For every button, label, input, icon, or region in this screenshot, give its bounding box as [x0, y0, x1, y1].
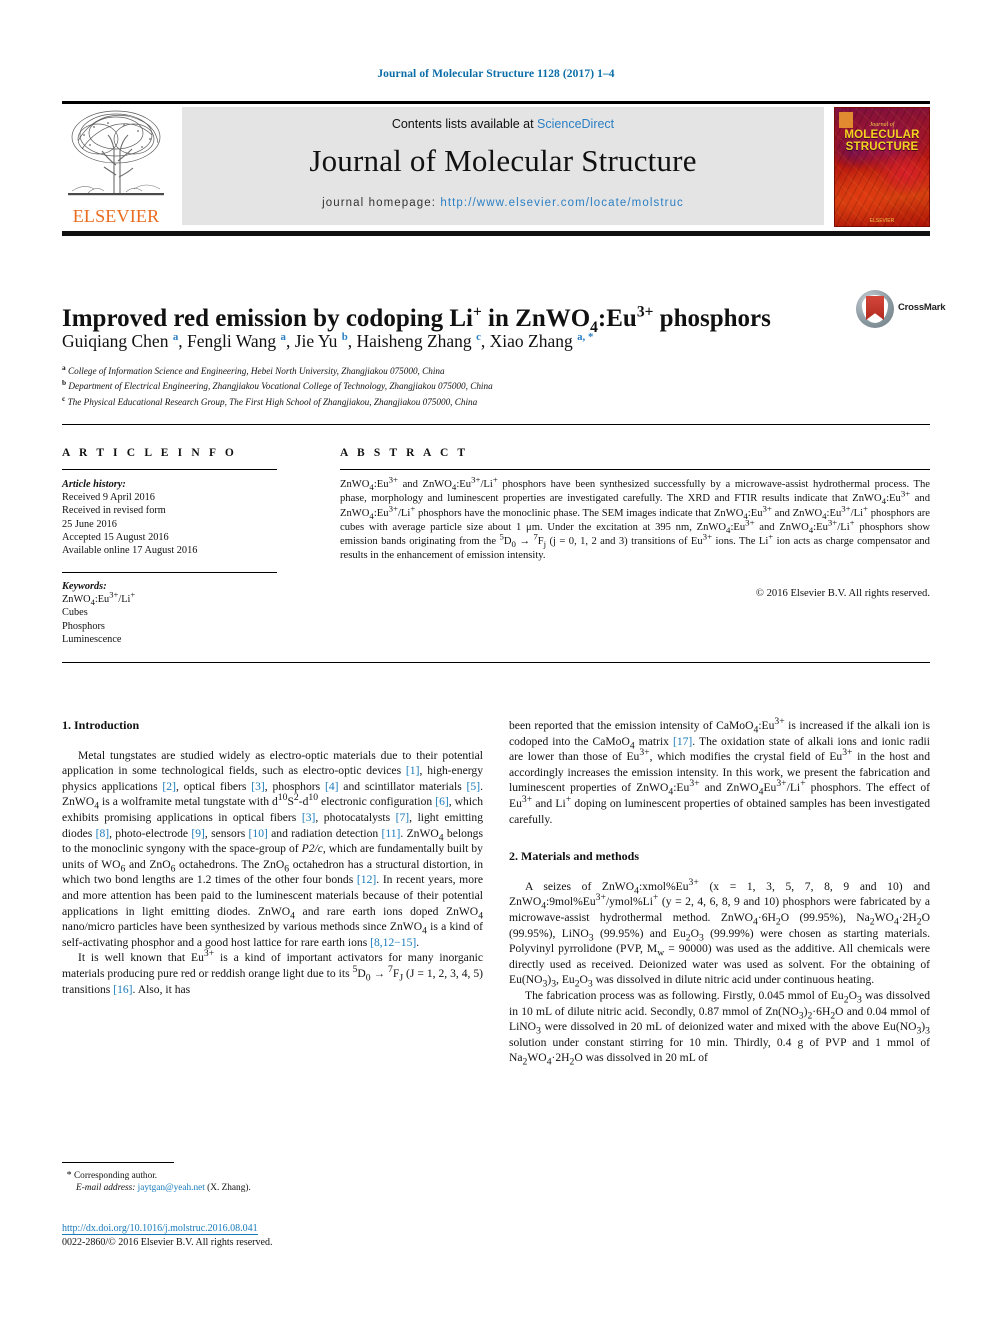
contents-available-line: Contents lists available at ScienceDirec… — [182, 117, 824, 131]
history-online: Available online 17 August 2016 — [62, 545, 198, 557]
info-left-rule — [62, 469, 277, 471]
section-heading-introduction: 1. Introduction — [62, 718, 140, 732]
journal-homepage-link[interactable]: http://www.elsevier.com/locate/molstruc — [440, 197, 684, 209]
sciencedirect-link[interactable]: ScienceDirect — [537, 117, 614, 131]
affiliation-text-a: College of Information Science and Engin… — [67, 366, 445, 377]
affiliation-text-b: Department of Electrical Engineering, Zh… — [68, 381, 493, 392]
methods-paragraph-2: The fabrication process was as following… — [509, 988, 930, 1068]
doi-block: http://dx.doi.org/10.1016/j.molstruc.201… — [62, 1222, 483, 1249]
crossmark-badge[interactable]: CrossMark — [856, 288, 946, 330]
contents-prefix: Contents lists available at — [391, 117, 538, 131]
doi-line: http://dx.doi.org/10.1016/j.molstruc.201… — [62, 1222, 483, 1236]
cover-footer: ELSEVIER — [869, 218, 895, 224]
affiliation-mark-b: b — [62, 378, 67, 388]
history-accepted: Accepted 15 August 2016 — [62, 531, 169, 543]
affiliation-mark-c: c — [62, 393, 66, 403]
footnote-rule — [62, 1162, 174, 1163]
abstract-text: ZnWO4:Eu3+ and ZnWO4:Eu3+/Li+ phosphors … — [340, 474, 930, 562]
methods-paragraph-1: A seizes of ZnWO4:xmol%Eu3+ (x = 1, 3, 5… — [509, 876, 930, 990]
article-page: Journal of Molecular Structure 1128 (201… — [0, 0, 992, 1323]
keyword-item: Cubes — [62, 607, 88, 619]
intro-paragraph-2: It is well known that Eu3+ is a kind of … — [62, 948, 484, 996]
author-list: Guiqiang Chen a, Fengli Wang a, Jie Yu b… — [62, 331, 594, 351]
contents-band: Contents lists available at ScienceDirec… — [182, 107, 824, 225]
crossmark-label: CrossMark — [898, 302, 946, 313]
journal-cover-thumbnail: Journal of MOLECULAR STRUCTURE ELSEVIER — [834, 107, 930, 227]
keywords-block: Keywords: ZnWO4:Eu3+/Li+ Cubes Phosphors… — [62, 580, 287, 646]
intro-paragraph-3: been reported that the emission intensit… — [509, 716, 931, 826]
keyword-item: Luminescence — [62, 633, 122, 645]
cover-journal-of: Journal of — [869, 122, 895, 128]
affiliation-text-c: The Physical Educational Research Group,… — [67, 397, 478, 407]
abstract-heading: A B S T R A C T — [340, 447, 469, 459]
affiliation-mark-a: a — [62, 363, 66, 372]
email-link[interactable]: jaytgan@yeah.net — [138, 1183, 205, 1193]
homepage-prefix: journal homepage: — [322, 197, 441, 209]
history-revised-date: 25 June 2016 — [62, 518, 117, 530]
section-heading-materials-methods: 2. Materials and methods — [509, 849, 639, 864]
info-top-rule — [62, 424, 930, 426]
email-label: E-mail address: — [76, 1183, 136, 1194]
body-column-right: been reported that the emission intensit… — [509, 716, 931, 1068]
abstract-copyright: © 2016 Elsevier B.V. All rights reserved… — [755, 588, 930, 599]
email-suffix: (X. Zhang). — [207, 1183, 251, 1194]
corresponding-author-label: Corresponding author. — [73, 1171, 158, 1181]
keyword-item: Phosphors — [62, 620, 105, 632]
issn-copyright-line: 0022-2860/© 2016 Elsevier B.V. All right… — [62, 1236, 273, 1248]
body-column-left: 1. Introduction Metal tungstates are stu… — [62, 718, 483, 997]
cover-title-line2: STRUCTURE — [845, 141, 919, 153]
keywords-label: Keywords: — [62, 581, 107, 592]
running-head: Journal of Molecular Structure 1128 (201… — [377, 68, 615, 80]
article-history: Article history: Received 9 April 2016 R… — [62, 478, 287, 557]
masthead: ELSEVIER Contents lists available at Sci… — [62, 103, 930, 228]
info-bottom-rule — [62, 662, 930, 664]
masthead-bottom-rule — [62, 231, 930, 236]
intro-paragraph-1: Metal tungstates are studied widely as e… — [62, 748, 484, 949]
corresponding-author-line: * Corresponding author. — [62, 1170, 483, 1182]
corresponding-author-footnote: * Corresponding author. E-mail address: … — [62, 1170, 483, 1195]
journal-homepage-line: journal homepage: http://www.elsevier.co… — [182, 197, 824, 209]
affiliation-a: a College of Information Science and Eng… — [62, 362, 862, 377]
keywords-rule — [62, 572, 277, 574]
journal-title: Journal of Molecular Structure — [309, 143, 697, 178]
info-right-rule — [340, 469, 930, 471]
history-revised-label: Received in revised form — [62, 505, 166, 517]
elsevier-wordmark: ELSEVIER — [72, 206, 160, 226]
article-info-heading: A R T I C L E I N F O — [62, 447, 237, 459]
history-received: Received 9 April 2016 — [62, 492, 155, 504]
email-line: E-mail address: jaytgan@yeah.net (X. Zha… — [62, 1182, 483, 1194]
article-history-label: Article history: — [62, 479, 126, 490]
affiliation-c: c The Physical Educational Research Grou… — [62, 393, 862, 408]
doi-link[interactable]: http://dx.doi.org/10.1016/j.molstruc.201… — [62, 1223, 258, 1235]
elsevier-tree-icon — [64, 105, 168, 205]
elsevier-logo: ELSEVIER — [62, 105, 170, 227]
keyword-item: ZnWO4:Eu3+/Li+ — [62, 589, 136, 608]
affiliation-b: b Department of Electrical Engineering, … — [62, 377, 862, 392]
footnote-star: * — [66, 1170, 72, 1181]
affiliation-list: a College of Information Science and Eng… — [62, 362, 862, 408]
cover-title-line1: MOLECULAR — [844, 129, 920, 141]
